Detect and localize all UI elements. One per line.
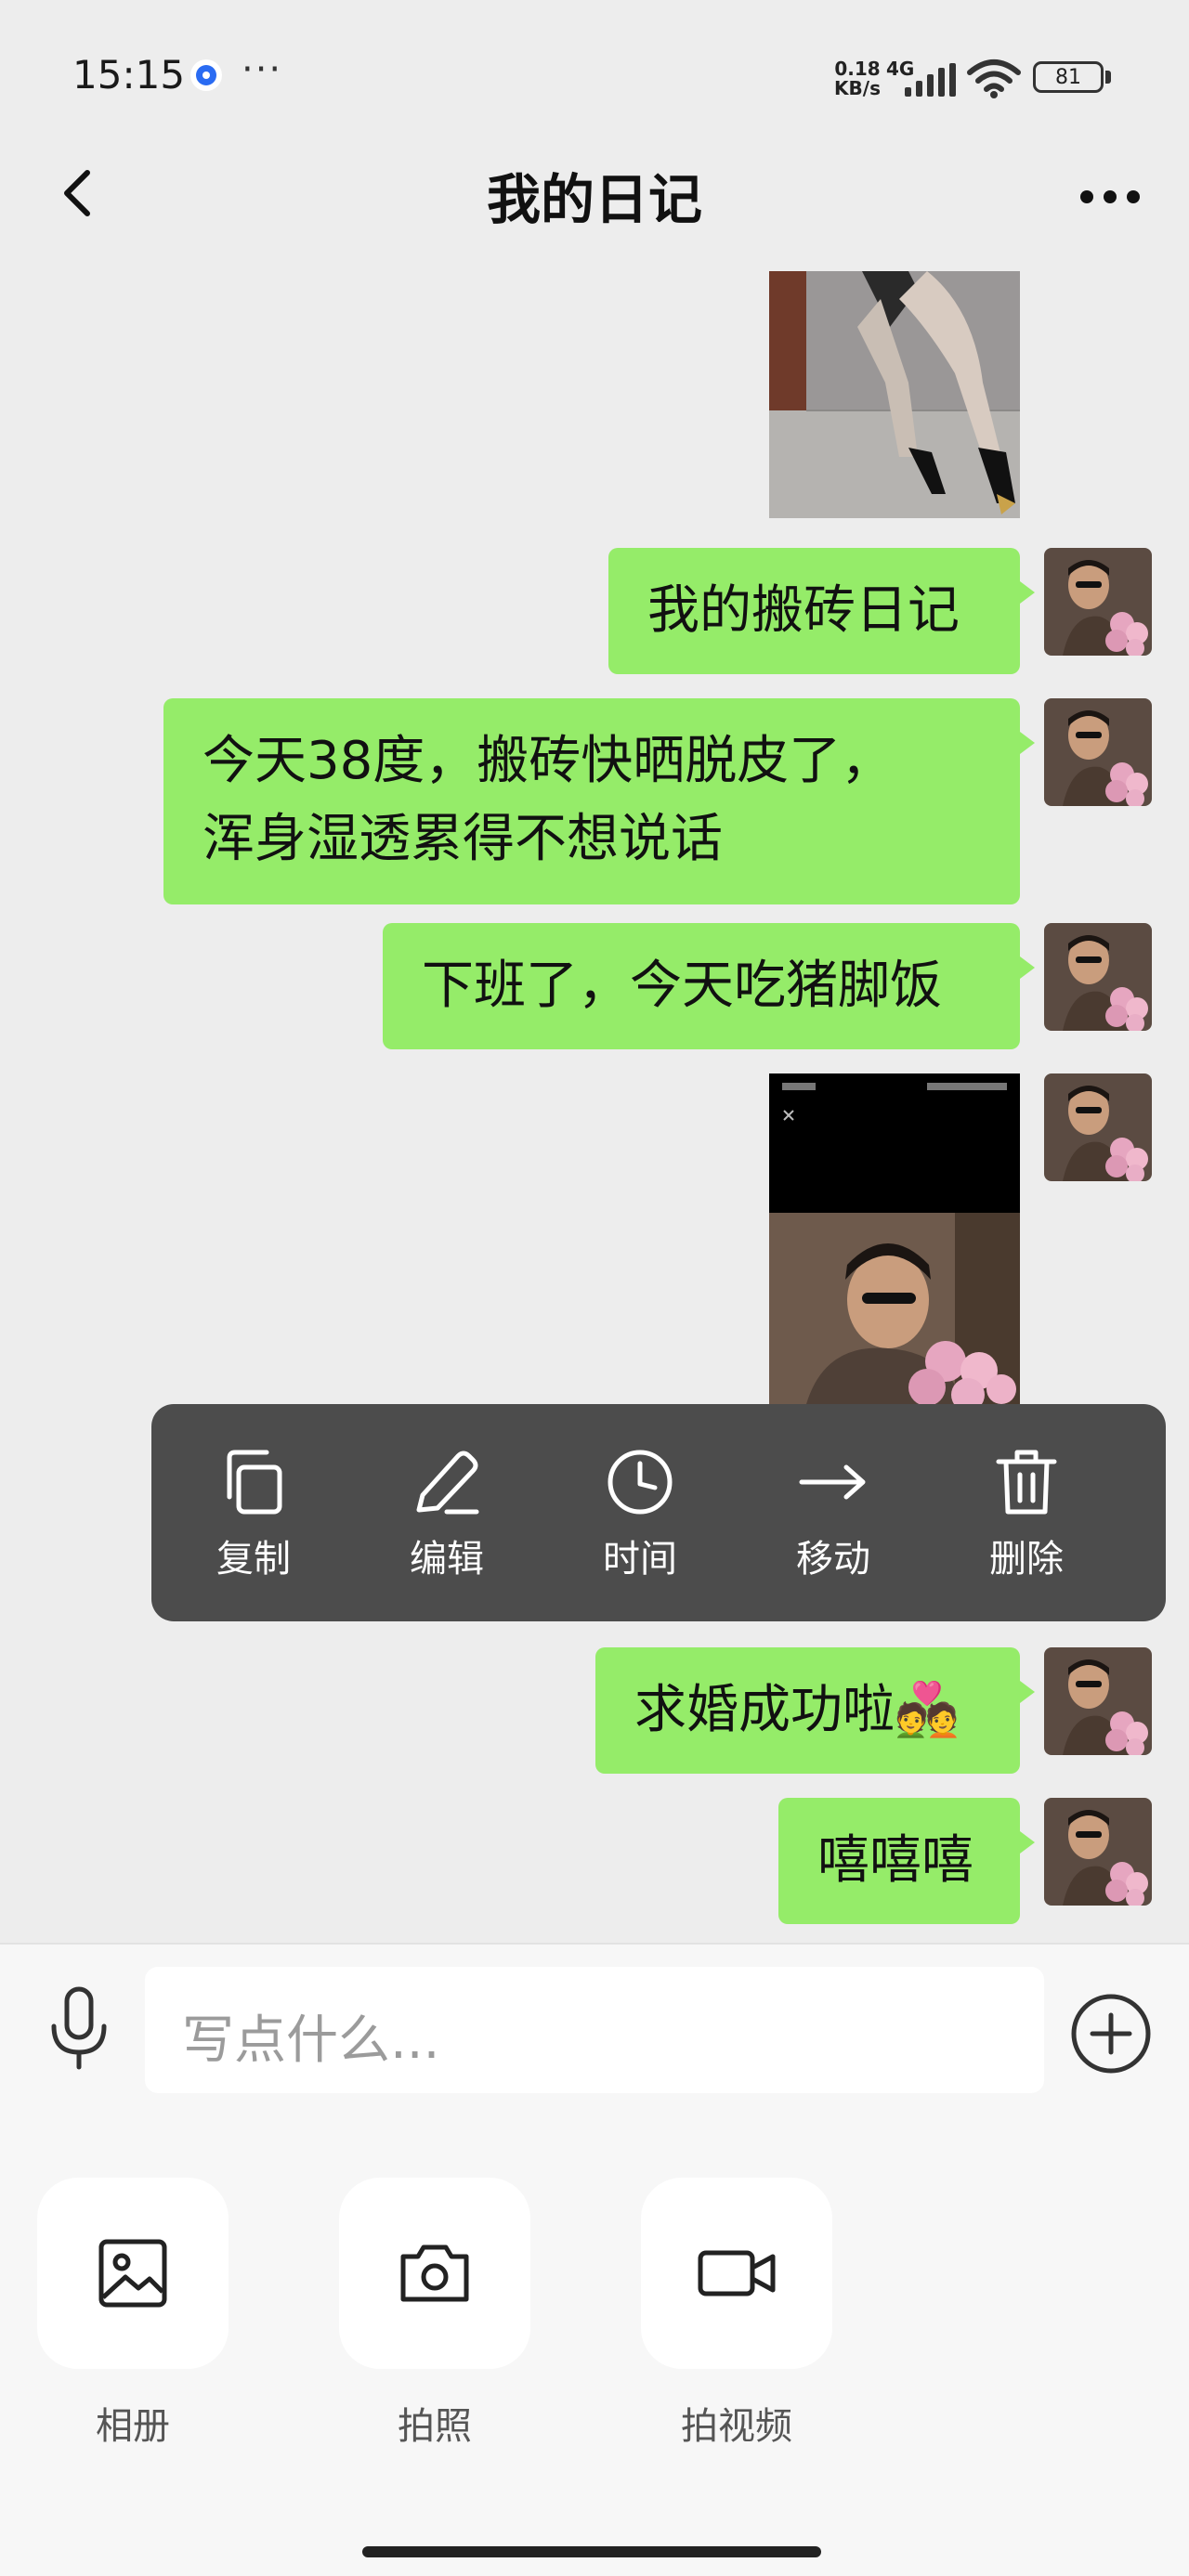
menu-copy[interactable]: 复制 bbox=[170, 1404, 337, 1621]
microphone-icon[interactable] bbox=[46, 1985, 111, 2071]
message-bubble[interactable]: 我的搬砖日记 bbox=[608, 548, 1035, 674]
add-icon[interactable] bbox=[1070, 1993, 1152, 2075]
menu-edit[interactable]: 编辑 bbox=[363, 1404, 530, 1621]
menu-delete-label: 删除 bbox=[989, 1538, 1064, 1581]
signal-icon bbox=[905, 63, 956, 97]
more-options-icon[interactable] bbox=[1078, 178, 1143, 215]
record-video-button[interactable] bbox=[641, 2178, 832, 2369]
avatar-image-icon bbox=[1044, 1647, 1152, 1755]
take-photo-label: 拍照 bbox=[398, 2405, 472, 2448]
menu-move-label: 移动 bbox=[796, 1538, 870, 1581]
input-placeholder: 写点什么... bbox=[182, 2010, 440, 2071]
battery-tip bbox=[1105, 71, 1111, 84]
network-speed-value: 0.18 bbox=[834, 58, 881, 80]
message-text: 下班了，今天吃猪脚饭 bbox=[422, 956, 942, 1016]
message-text: 今天38度，搬砖快晒脱皮了， bbox=[203, 731, 894, 791]
message-bubble[interactable]: 下班了，今天吃猪脚饭 bbox=[383, 923, 1035, 1049]
app-notification-icon bbox=[190, 59, 222, 91]
message-text: 嘻嘻嘻 bbox=[817, 1830, 973, 1891]
menu-time[interactable]: 时间 bbox=[556, 1404, 724, 1621]
avatar[interactable] bbox=[1044, 1798, 1152, 1906]
network-speed: 0.18 KB/s bbox=[830, 59, 885, 98]
message-context-menu: 复制 编辑 时间 移动 删除 bbox=[151, 1404, 1166, 1621]
screenshot-content-icon bbox=[769, 1073, 1020, 1404]
record-video-label: 拍视频 bbox=[681, 2405, 792, 2448]
status-time: 15:15 bbox=[72, 52, 186, 98]
menu-move[interactable]: 移动 bbox=[750, 1404, 917, 1621]
message-text: 浑身湿透累得不想说话 bbox=[203, 809, 723, 869]
message-photo[interactable] bbox=[769, 271, 1020, 518]
photo-content-icon bbox=[769, 271, 1020, 518]
message-screenshot-image[interactable] bbox=[769, 1073, 1020, 1404]
wifi-icon bbox=[967, 59, 1021, 98]
network-speed-unit: KB/s bbox=[834, 77, 881, 99]
message-bubble[interactable]: 求婚成功啦💑 bbox=[595, 1647, 1035, 1774]
message-text: 我的搬砖日记 bbox=[647, 580, 960, 641]
menu-time-label: 时间 bbox=[603, 1538, 677, 1581]
arrow-right-icon bbox=[799, 1464, 866, 1500]
avatar-image-icon bbox=[1044, 1798, 1152, 1906]
trash-icon bbox=[996, 1450, 1057, 1515]
avatar[interactable] bbox=[1044, 1073, 1152, 1181]
avatar[interactable] bbox=[1044, 548, 1152, 656]
avatar-image-icon bbox=[1044, 923, 1152, 1031]
video-camera-icon bbox=[698, 2250, 776, 2296]
clock-icon bbox=[608, 1450, 673, 1515]
take-photo-button[interactable] bbox=[339, 2178, 530, 2369]
avatar[interactable] bbox=[1044, 1647, 1152, 1755]
camera-icon bbox=[400, 2244, 469, 2302]
avatar[interactable] bbox=[1044, 698, 1152, 806]
avatar-image-icon bbox=[1044, 1073, 1152, 1181]
page-title: 我的日记 bbox=[486, 168, 702, 231]
status-more-icon: ··· bbox=[242, 48, 283, 91]
avatar-image-icon bbox=[1044, 698, 1152, 806]
menu-delete[interactable]: 删除 bbox=[943, 1404, 1110, 1621]
copy-icon bbox=[227, 1450, 282, 1515]
battery-indicator: 81 bbox=[1033, 61, 1104, 93]
message-input[interactable]: 写点什么... bbox=[145, 1967, 1044, 2093]
image-icon bbox=[98, 2239, 167, 2308]
menu-copy-label: 复制 bbox=[216, 1538, 291, 1581]
message-bubble[interactable]: 今天38度，搬砖快晒脱皮了， 浑身湿透累得不想说话 bbox=[163, 698, 1035, 904]
message-bubble[interactable]: 嘻嘻嘻 bbox=[778, 1798, 1035, 1924]
edit-icon bbox=[416, 1451, 479, 1515]
menu-edit-label: 编辑 bbox=[410, 1538, 484, 1581]
album-label: 相册 bbox=[96, 2405, 170, 2448]
avatar-image-icon bbox=[1044, 548, 1152, 656]
avatar[interactable] bbox=[1044, 923, 1152, 1031]
message-text: 求婚成功啦💑 bbox=[634, 1680, 960, 1740]
home-indicator[interactable] bbox=[362, 2546, 821, 2557]
album-button[interactable] bbox=[37, 2178, 229, 2369]
